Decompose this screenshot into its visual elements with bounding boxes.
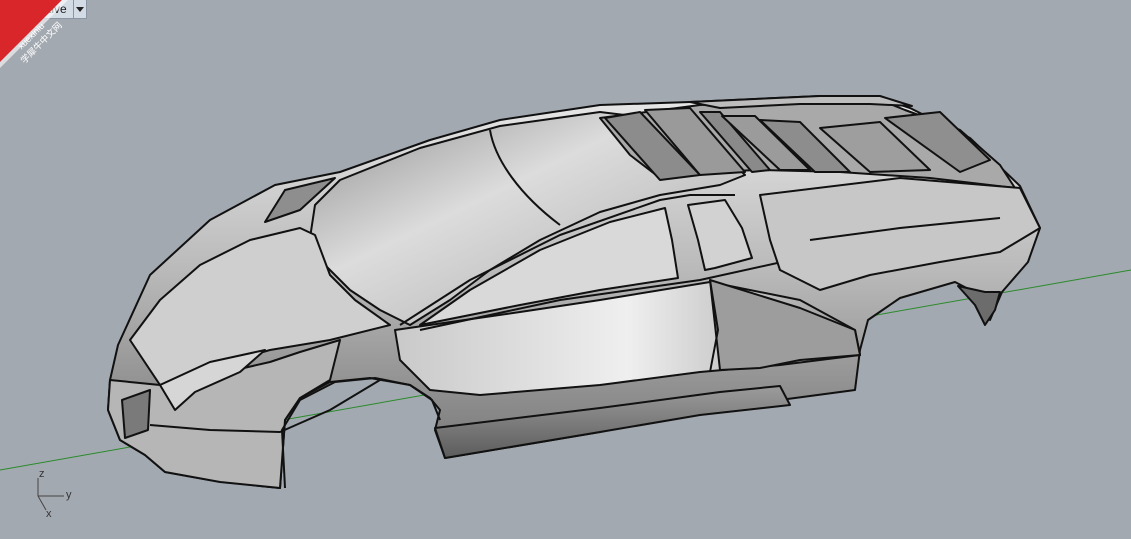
chevron-down-icon [75,6,84,12]
viewport-title-bar[interactable]: Perspective [0,0,87,19]
axis-lines-icon [37,478,64,511]
model-scene[interactable] [0,0,1131,539]
axis-label-y: y [66,489,72,501]
viewport-title[interactable]: Perspective [0,0,73,18]
car-body-model[interactable] [107,95,1041,489]
viewport-menu-button[interactable] [72,0,86,18]
axis-gizmo: z y x [26,466,86,526]
perspective-viewport[interactable]: Perspective xuexiniu 学犀牛中文网 z y x [0,0,1131,539]
rear-diffuser [957,285,1001,326]
axis-label-z: z [39,468,45,480]
axis-label-x: x [46,508,52,520]
